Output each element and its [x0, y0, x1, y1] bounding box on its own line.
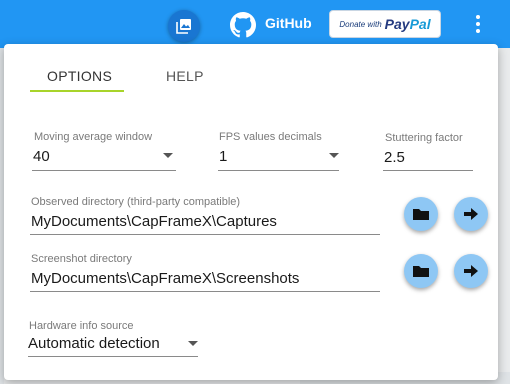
hardware-source-label: Hardware info source — [29, 320, 134, 332]
fps-decimals-underline — [218, 170, 339, 171]
paypal-prefix: Donate with — [339, 19, 382, 29]
moving-average-select[interactable]: 40 — [33, 148, 50, 165]
screenshot-dir-label: Screenshot directory — [31, 253, 132, 265]
moving-average-underline — [32, 170, 176, 171]
tab-help[interactable]: HELP — [166, 68, 204, 84]
chevron-down-icon[interactable] — [163, 153, 173, 158]
fps-decimals-select[interactable]: 1 — [219, 148, 227, 165]
chevron-down-icon[interactable] — [329, 153, 339, 158]
stuttering-input[interactable]: 2.5 — [384, 149, 405, 166]
stuttering-underline — [383, 170, 473, 171]
observed-dir-underline — [30, 234, 380, 235]
paypal-brand-a: Pay — [384, 16, 410, 32]
hardware-source-underline — [28, 356, 198, 357]
arrow-right-icon — [464, 265, 478, 277]
arrow-right-icon — [464, 208, 478, 220]
folder-icon — [413, 266, 429, 277]
chevron-down-icon[interactable] — [188, 341, 198, 346]
screenshot-dir-open-button[interactable] — [454, 254, 488, 288]
folder-icon — [413, 209, 429, 220]
paypal-donate-button[interactable]: Donate with Pay Pal — [329, 10, 441, 38]
observed-dir-open-button[interactable] — [454, 197, 488, 231]
tab-options[interactable]: OPTIONS — [47, 68, 112, 84]
hardware-source-select[interactable]: Automatic detection — [28, 335, 160, 352]
screenshot-dir-browse-button[interactable] — [404, 254, 438, 288]
observed-dir-input[interactable]: MyDocuments\CapFrameX\Captures — [31, 213, 277, 230]
fps-decimals-label: FPS values decimals — [219, 131, 322, 143]
screenshot-dir-underline — [30, 291, 380, 292]
moving-average-label: Moving average window — [34, 131, 153, 143]
gallery-button[interactable] — [168, 10, 200, 42]
github-link[interactable]: GitHub — [265, 15, 312, 31]
stuttering-label: Stuttering factor — [385, 132, 463, 144]
observed-dir-label: Observed directory (third-party compatib… — [31, 196, 241, 208]
image-gallery-icon — [176, 19, 191, 34]
paypal-brand-b: Pal — [409, 16, 431, 32]
observed-dir-browse-button[interactable] — [404, 197, 438, 231]
github-icon[interactable] — [230, 12, 256, 38]
tab-indicator — [30, 90, 124, 92]
more-vert-icon[interactable] — [470, 14, 486, 34]
screenshot-dir-input[interactable]: MyDocuments\CapFrameX\Screenshots — [31, 270, 299, 287]
